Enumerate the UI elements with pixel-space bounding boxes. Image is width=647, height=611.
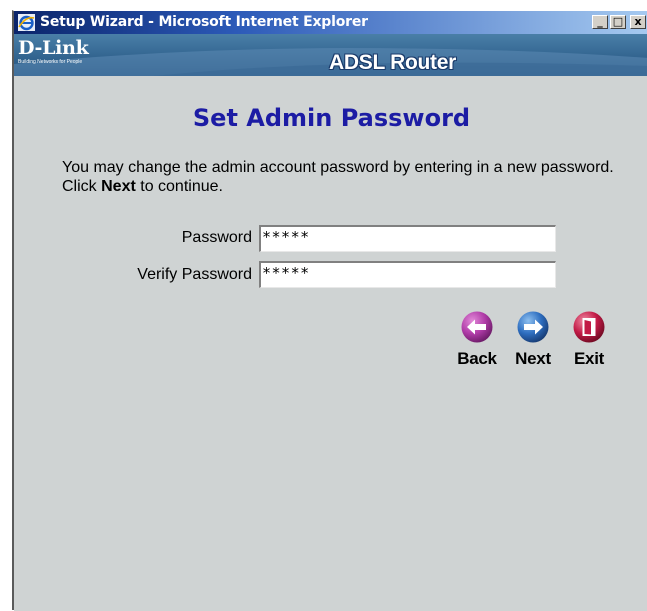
window-title: Setup Wizard - Microsoft Internet Explor… [40,14,368,30]
minimize-button[interactable]: _ [592,15,608,29]
instructions-next-emphasis: Next [101,178,136,195]
back-label: Back [457,349,497,368]
password-label: Password [181,229,252,246]
password-field[interactable]: ***** [259,225,556,252]
next-label: Next [515,349,551,368]
verify-password-field[interactable]: ***** [259,261,556,288]
exit-button[interactable]: Exit [565,310,613,369]
verify-password-label: Verify Password [137,266,252,283]
internet-explorer-icon [18,14,35,31]
title-bar[interactable]: Setup Wizard - Microsoft Internet Explor… [14,11,647,34]
header-banner: D-Link Building Networks for People ADSL… [14,34,647,76]
page-content: D-Link Building Networks for People ADSL… [14,34,647,611]
dlink-logo: D-Link Building Networks for People [18,37,89,65]
close-button[interactable]: x [630,15,646,29]
instructions-part2: to continue. [135,178,223,195]
instructions-text: You may change the admin account passwor… [62,158,632,196]
next-button[interactable]: Next [509,310,557,369]
back-button[interactable]: Back [453,310,501,369]
browser-window: Setup Wizard - Microsoft Internet Explor… [12,10,647,611]
exit-label: Exit [574,349,604,368]
back-arrow-icon [461,311,493,343]
product-name: ADSL Router [329,51,456,74]
logo-tagline: Building Networks for People [18,59,83,65]
maximize-button[interactable]: □ [610,15,626,29]
next-arrow-icon [517,311,549,343]
exit-door-icon [573,311,605,343]
logo-brand: D-Link [18,37,89,59]
page-title: Set Admin Password [192,104,471,132]
